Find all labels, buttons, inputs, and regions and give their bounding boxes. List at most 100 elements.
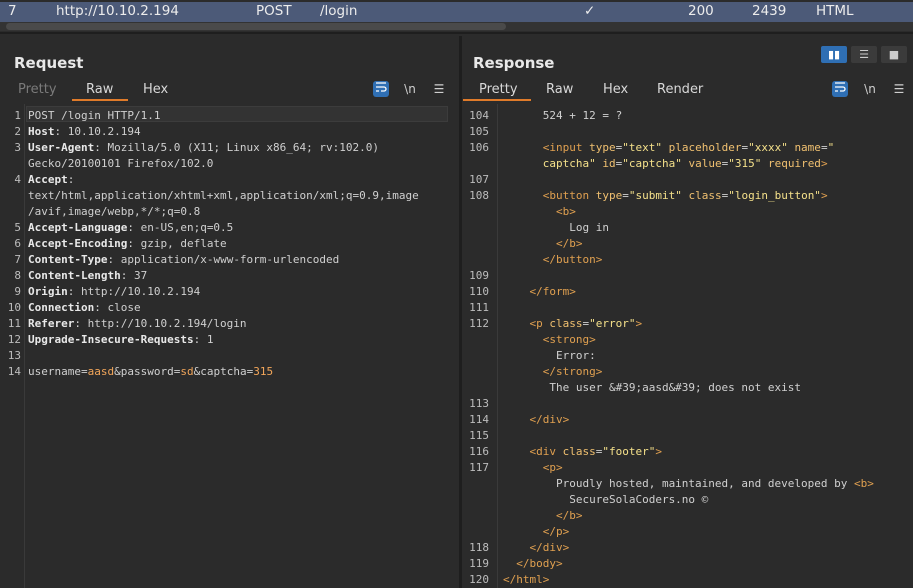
- history-row-number: 7: [8, 3, 17, 19]
- request-token: text/html,application/xhtml+xml,applicat…: [28, 189, 419, 202]
- response-code-text: <input type="text" placeholder="xxxx" na…: [503, 140, 834, 156]
- history-scrollbar[interactable]: [6, 23, 506, 30]
- response-code-line[interactable]: 115: [463, 428, 913, 444]
- response-code-line[interactable]: </b>: [463, 236, 913, 252]
- response-code-line[interactable]: </p>: [463, 524, 913, 540]
- response-token: ": [827, 141, 835, 154]
- response-token: "submit": [628, 189, 689, 202]
- request-code-line[interactable]: 14 username=aasd&password=sd&captcha=315: [4, 364, 458, 380]
- request-code-line[interactable]: 12 Upgrade-Insecure-Requests: 1: [4, 332, 458, 348]
- response-code-line[interactable]: Proudly hosted, maintained, and develope…: [463, 476, 913, 492]
- single-pane-icon[interactable]: ■: [881, 46, 907, 63]
- response-token: >: [820, 189, 828, 202]
- response-line-number: 104: [469, 109, 489, 122]
- response-code-line[interactable]: 116 <div class="footer">: [463, 444, 913, 460]
- response-line-number: 107: [469, 173, 489, 186]
- response-code-line[interactable]: SecureSolaCoders.no ©: [463, 492, 913, 508]
- request-code-line[interactable]: 7 Content-Type: application/x-www-form-ur…: [4, 252, 458, 268]
- response-code-text: </button>: [503, 252, 603, 268]
- request-code-line[interactable]: 9 Origin: http://10.10.2.194: [4, 284, 458, 300]
- request-line-number: 12: [7, 333, 21, 346]
- split-vertical-icon[interactable]: ☰: [851, 46, 877, 63]
- response-editor[interactable]: 104 524 + 12 = ? 105 106 <input type="text…: [463, 104, 913, 588]
- response-code-line[interactable]: 120 </html>: [463, 572, 913, 588]
- response-code-line[interactable]: 106 <input type="text" placeholder="xxxx…: [463, 140, 913, 156]
- panel-divider[interactable]: [459, 36, 462, 588]
- response-code-line[interactable]: 119 </body>: [463, 556, 913, 572]
- response-code-line[interactable]: <strong>: [463, 332, 913, 348]
- response-token: placeholder: [668, 141, 742, 154]
- request-code-line[interactable]: /avif,image/webp,*/*;q=0.8: [4, 204, 458, 220]
- request-code-line[interactable]: 6 Accept-Encoding: gzip, deflate: [4, 236, 458, 252]
- response-token: </p>: [542, 525, 570, 538]
- response-code-line[interactable]: </button>: [463, 252, 913, 268]
- request-token: : close: [94, 301, 141, 314]
- menu-icon[interactable]: ☰: [891, 81, 907, 97]
- request-code-line[interactable]: 8 Content-Length: 37: [4, 268, 458, 284]
- response-tab-hex[interactable]: Hex: [603, 82, 628, 97]
- response-token: name: [794, 141, 821, 154]
- response-token: <div: [529, 445, 563, 458]
- pane-splitter[interactable]: [0, 32, 913, 34]
- response-tab-pretty[interactable]: Pretty: [479, 82, 518, 97]
- response-line-number: 110: [469, 285, 489, 298]
- history-row-path: /login: [320, 3, 358, 19]
- request-token: User-Agent: [28, 141, 95, 154]
- wrap-icon[interactable]: [373, 81, 389, 97]
- response-code-line[interactable]: 105: [463, 124, 913, 140]
- wrap-icon[interactable]: [832, 81, 848, 97]
- request-code-line[interactable]: 10 Connection: close: [4, 300, 458, 316]
- response-token: [503, 413, 530, 426]
- response-code-line[interactable]: The user &#39;aasd&#39; does not exist: [463, 380, 913, 396]
- newline-toggle-icon[interactable]: \n: [862, 81, 878, 97]
- request-code-line[interactable]: text/html,application/xhtml+xml,applicat…: [4, 188, 458, 204]
- split-horizontal-icon[interactable]: ▮▮: [821, 46, 847, 63]
- response-code-line[interactable]: </b>: [463, 508, 913, 524]
- response-code-line[interactable]: 118 </div>: [463, 540, 913, 556]
- newline-toggle-icon[interactable]: \n: [402, 81, 418, 97]
- response-code-line[interactable]: 111: [463, 300, 913, 316]
- response-token: Error:: [503, 349, 596, 362]
- request-token: Connection: [28, 301, 95, 314]
- response-code-line[interactable]: 112 <p class="error">: [463, 316, 913, 332]
- response-token: <p>: [542, 461, 563, 474]
- response-code-line[interactable]: 104 524 + 12 = ?: [463, 108, 913, 124]
- request-tab-pretty[interactable]: Pretty: [18, 82, 57, 97]
- response-token: [503, 189, 543, 202]
- response-code-line[interactable]: 113: [463, 396, 913, 412]
- response-code-line[interactable]: 110 </form>: [463, 284, 913, 300]
- response-code-line[interactable]: <b>: [463, 204, 913, 220]
- request-line-number: 3: [14, 141, 21, 154]
- response-code-text: </b>: [503, 508, 583, 524]
- response-code-line[interactable]: 117 <p>: [463, 460, 913, 476]
- response-code-line[interactable]: 107: [463, 172, 913, 188]
- request-tab-hex[interactable]: Hex: [143, 82, 168, 97]
- response-code-line[interactable]: 114 </div>: [463, 412, 913, 428]
- request-code-line[interactable]: 1 POST /login HTTP/1.1: [4, 108, 458, 124]
- response-code-line[interactable]: Error:: [463, 348, 913, 364]
- response-code-line[interactable]: captcha" id="captcha" value="315" requir…: [463, 156, 913, 172]
- request-code-line[interactable]: 2 Host: 10.10.2.194: [4, 124, 458, 140]
- request-code-text: username=aasd&password=sd&captcha=315: [28, 364, 273, 380]
- request-code-line[interactable]: Gecko/20100101 Firefox/102.0: [4, 156, 458, 172]
- request-code-line[interactable]: 11 Referer: http://10.10.2.194/login: [4, 316, 458, 332]
- response-code-line[interactable]: Log in: [463, 220, 913, 236]
- request-code-text: Content-Length: 37: [28, 268, 147, 284]
- request-code-line[interactable]: 13: [4, 348, 458, 364]
- request-code-text: Accept:: [28, 172, 74, 188]
- response-code-line[interactable]: 109: [463, 268, 913, 284]
- response-tab-render[interactable]: Render: [657, 82, 703, 97]
- menu-icon[interactable]: ☰: [431, 81, 447, 97]
- history-row-selected[interactable]: 7 http://10.10.2.194 POST /login ✓ 200 2…: [0, 2, 913, 22]
- request-code-line[interactable]: 3 User-Agent: Mozilla/5.0 (X11; Linux x86…: [4, 140, 458, 156]
- request-code-line[interactable]: 4 Accept:: [4, 172, 458, 188]
- response-tab-raw[interactable]: Raw: [546, 82, 573, 97]
- request-tab-raw[interactable]: Raw: [86, 82, 113, 97]
- request-code-line[interactable]: 5 Accept-Language: en-US,en;q=0.5: [4, 220, 458, 236]
- response-code-line[interactable]: </strong>: [463, 364, 913, 380]
- response-token: "error": [589, 317, 636, 330]
- request-editor[interactable]: 1 POST /login HTTP/1.1 2 Host: 10.10.2.194 3…: [4, 104, 458, 588]
- response-line-number: 106: [469, 141, 489, 154]
- response-code-text: </strong>: [503, 364, 603, 380]
- response-code-line[interactable]: 108 <button type="submit" class="login_b…: [463, 188, 913, 204]
